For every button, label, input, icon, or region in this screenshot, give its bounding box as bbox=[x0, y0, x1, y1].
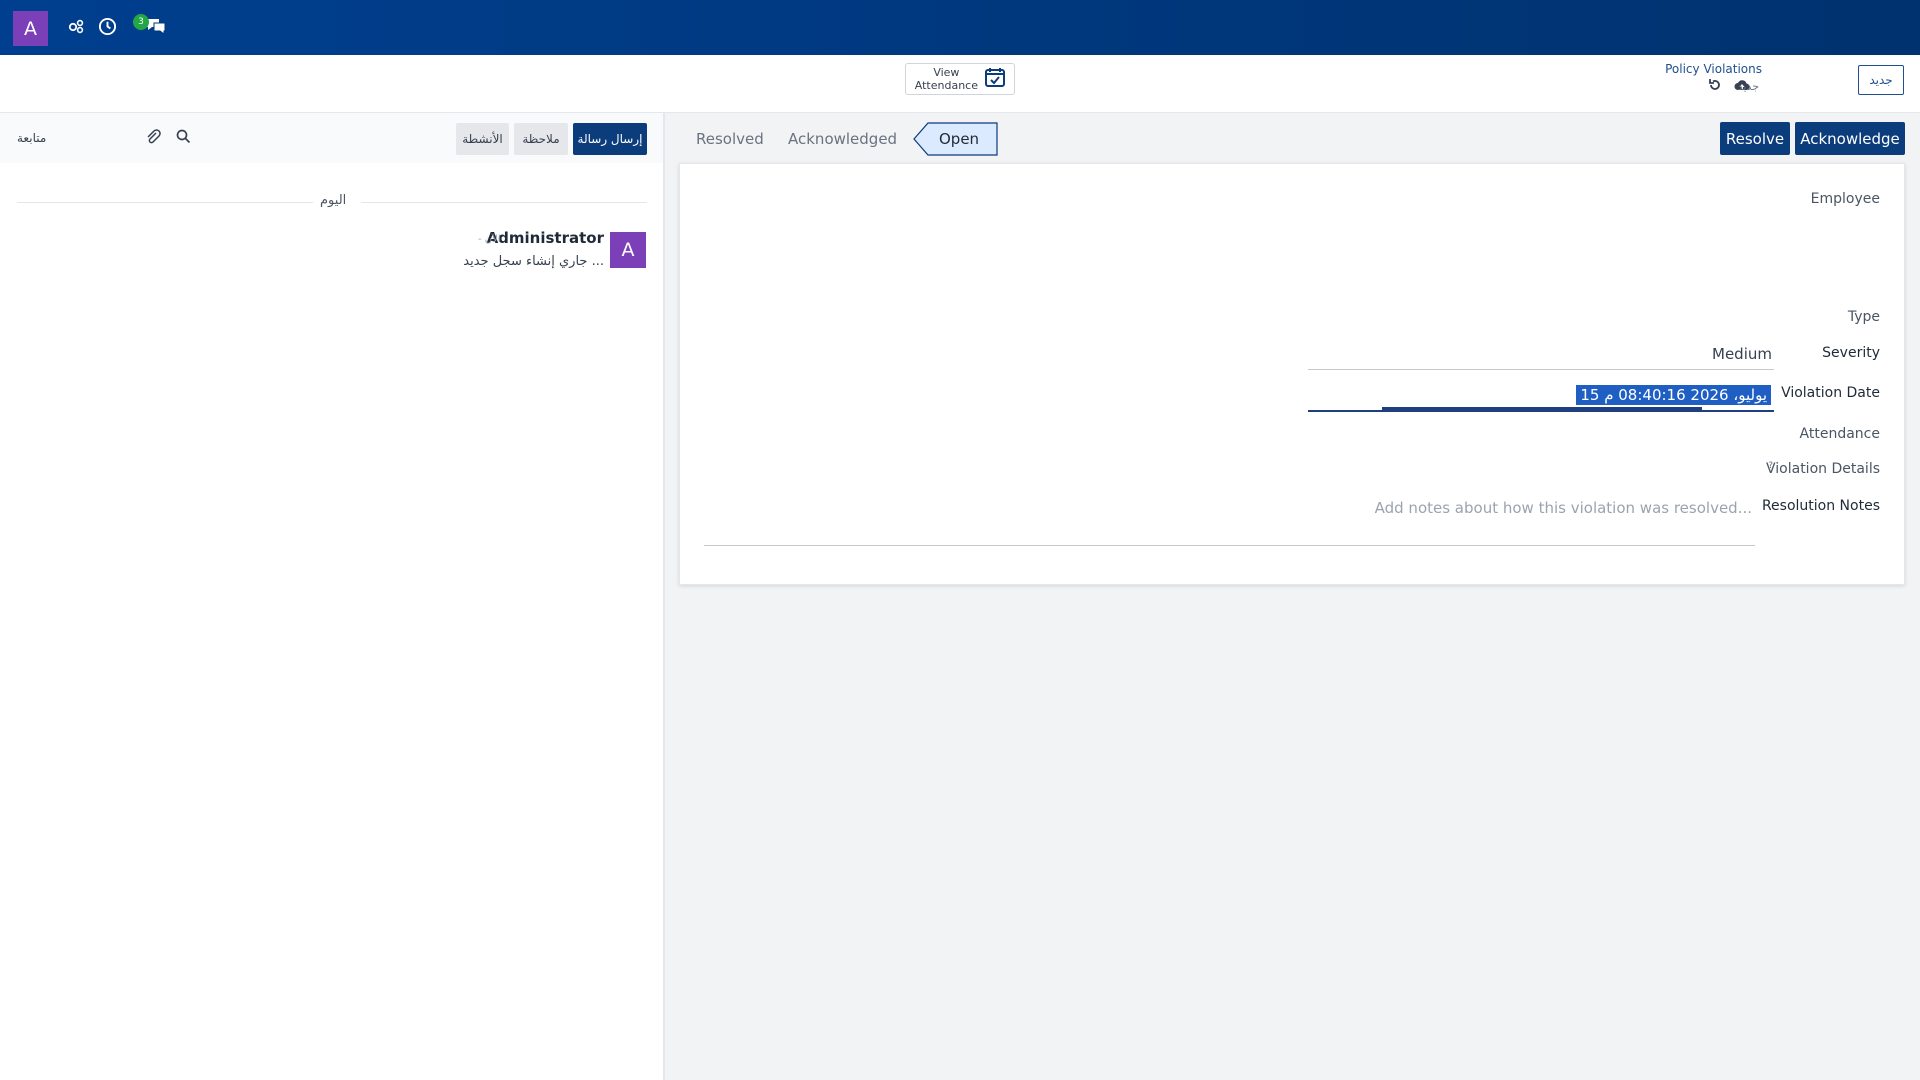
breadcrumb-current: جديد bbox=[1737, 80, 1759, 93]
control-panel: View Attendance Policy Violations جديد ج… bbox=[0, 55, 1920, 113]
type-label: Type bbox=[1847, 309, 1880, 325]
user-avatar[interactable]: A bbox=[13, 11, 48, 46]
resolution-notes-underline bbox=[704, 545, 1755, 546]
resolve-button[interactable]: Resolve bbox=[1720, 122, 1790, 155]
discard-icon[interactable] bbox=[1707, 77, 1723, 93]
severity-underline bbox=[1308, 369, 1774, 370]
status-open-label: Open bbox=[939, 130, 980, 148]
acknowledge-button[interactable]: Acknowledge bbox=[1795, 122, 1905, 155]
violation-date-field[interactable]: 15 يوليو، 2026 08:40:16 م bbox=[1576, 385, 1771, 405]
severity-label: Severity bbox=[1822, 345, 1880, 361]
chatter-panel: متابعة الأنشطة ملاحظة إرسال رسالة اليوم … bbox=[0, 113, 663, 1080]
violation-date-underline bbox=[1308, 410, 1774, 412]
divider bbox=[17, 202, 313, 203]
violation-date-label: Violation Date bbox=[1781, 385, 1880, 401]
employee-label: Employee bbox=[1810, 191, 1880, 207]
paperclip-icon[interactable] bbox=[145, 129, 161, 149]
new-button[interactable]: جديد bbox=[1858, 65, 1904, 95]
activity-icon[interactable] bbox=[65, 15, 87, 37]
breadcrumb-title[interactable]: Policy Violations bbox=[1665, 62, 1762, 76]
activities-button[interactable]: الأنشطة bbox=[456, 123, 509, 155]
log-note-button[interactable]: ملاحظة bbox=[514, 123, 568, 155]
chatter-toolbar: متابعة الأنشطة ملاحظة إرسال رسالة bbox=[0, 113, 663, 163]
search-icon[interactable] bbox=[176, 129, 191, 148]
view-attendance-button[interactable]: View Attendance bbox=[905, 63, 1015, 95]
resolution-notes-label: Resolution Notes bbox=[1761, 498, 1880, 514]
status-open[interactable]: Open bbox=[913, 122, 998, 156]
resolution-notes-input[interactable]: Add notes about how this violation was r… bbox=[1375, 499, 1752, 517]
calendar-check-icon bbox=[984, 66, 1006, 92]
view-attendance-label: View Attendance bbox=[915, 66, 978, 92]
follow-button[interactable]: متابعة bbox=[17, 131, 46, 145]
date-separator: اليوم bbox=[320, 193, 347, 208]
divider bbox=[361, 202, 647, 203]
message-author[interactable]: Administrator bbox=[487, 229, 604, 247]
form-sheet: Employee Type Severity Medium Violation … bbox=[679, 163, 1905, 585]
help-tooltip-icon[interactable]: ? bbox=[1768, 461, 1773, 471]
view-attendance-label-line2: Attendance bbox=[914, 79, 978, 92]
chat-badge: 3 bbox=[133, 14, 149, 30]
panel-splitter[interactable] bbox=[663, 113, 665, 1080]
clock-icon[interactable] bbox=[96, 15, 118, 37]
status-resolved[interactable]: Resolved bbox=[696, 122, 764, 156]
attendance-label: Attendance bbox=[1799, 426, 1880, 442]
message-avatar[interactable]: A bbox=[610, 232, 646, 268]
view-attendance-label-line1: View bbox=[933, 66, 960, 79]
message-body: جاري إنشاء سجل جديد ... bbox=[463, 254, 604, 269]
violation-date-focus-bar bbox=[1382, 407, 1702, 410]
top-navbar: A 3 bbox=[0, 0, 1920, 55]
status-acknowledged[interactable]: Acknowledged bbox=[788, 122, 897, 156]
severity-field[interactable]: Medium bbox=[1712, 345, 1772, 363]
send-message-button[interactable]: إرسال رسالة bbox=[573, 123, 647, 155]
message-time: - الآن bbox=[478, 234, 501, 245]
violation-details-label: Violation Details bbox=[1766, 461, 1880, 477]
